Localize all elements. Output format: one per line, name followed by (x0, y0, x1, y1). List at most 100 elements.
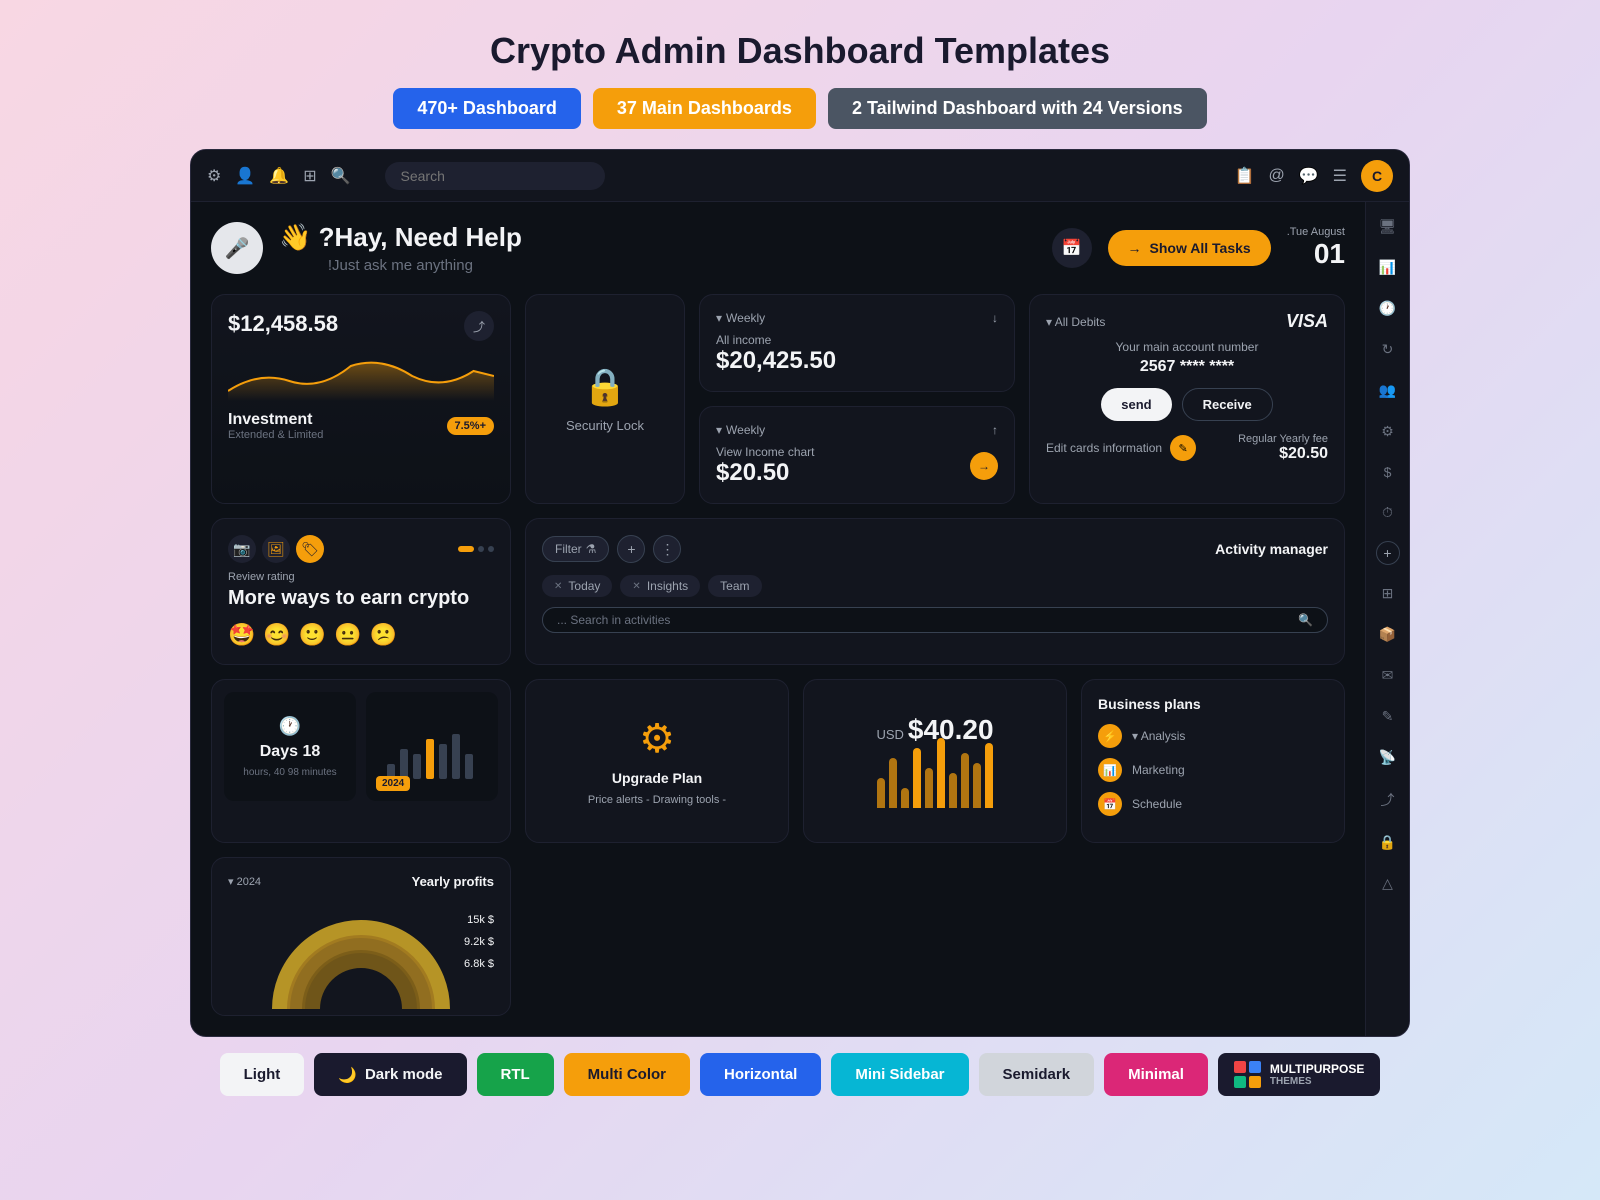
today-tag[interactable]: ✕ Today (542, 575, 612, 597)
insights-tag[interactable]: ✕ Insights (620, 575, 700, 597)
badge-main-dashboards[interactable]: 37 Main Dashboards (593, 88, 816, 129)
nav-left: ⚙ 👤 🔔 ⊞ 🔍 (207, 162, 605, 190)
bar-6 (937, 738, 945, 808)
chart-bar-icon[interactable]: 📊 (1375, 255, 1400, 280)
badge-tailwind[interactable]: 2 Tailwind Dashboard with 24 Versions (828, 88, 1207, 129)
badge-dashboard[interactable]: 470+ Dashboard (393, 88, 581, 129)
mic-button[interactable]: 🎤 (211, 222, 263, 274)
people-icon[interactable]: 👥 (1375, 378, 1400, 403)
theme-mini-button[interactable]: Mini Sidebar (831, 1053, 968, 1096)
bar-3 (901, 788, 909, 808)
image-icon[interactable]: 🖼 (262, 535, 290, 563)
header-section: 🎤 👋 ?Hay, Need Help !Just ask me anythin… (211, 222, 1345, 274)
logo-text: MULTIPURPOSE THEMES (1270, 1062, 1364, 1087)
show-all-tasks-button[interactable]: → Show All Tasks (1108, 230, 1271, 266)
tag-icon[interactable]: 🏷 (296, 535, 324, 563)
dollar-icon[interactable]: $ (1380, 460, 1396, 484)
cast-icon[interactable]: 📡 (1375, 745, 1400, 770)
receive-button[interactable]: Receive (1182, 388, 1273, 421)
search-input[interactable] (385, 162, 605, 190)
theme-light-button[interactable]: Light (220, 1053, 305, 1096)
grid-icon[interactable]: ⊞ (1378, 581, 1398, 606)
time-icon[interactable]: ⏱ (1378, 500, 1397, 525)
user-icon[interactable]: 👤 (235, 166, 255, 186)
logo-grid (1234, 1061, 1262, 1088)
date-display: .Tue August 01 (1287, 226, 1345, 270)
emoji-1[interactable]: 🤩 (228, 622, 255, 648)
usd-prefix: USD (876, 727, 903, 742)
theme-minimal-button[interactable]: Minimal (1104, 1053, 1208, 1096)
right-sidebar: 🖥 📊 🕐 ↻ 👥 ⚙ $ ⏱ + ⊞ 📦 ✉ ✎ 📡 ⤴ 🔒 △ (1365, 202, 1409, 1036)
team-tag[interactable]: Team (708, 575, 761, 597)
theme-dark-button[interactable]: 🌙 Dark mode (314, 1053, 466, 1096)
settings-icon[interactable]: ⚙ (207, 166, 221, 186)
theme-horizontal-button[interactable]: Horizontal (700, 1053, 821, 1096)
at-icon[interactable]: @ (1268, 167, 1284, 185)
calendar-button[interactable]: 📅 (1052, 228, 1092, 268)
emoji-2[interactable]: 😊 (263, 622, 290, 648)
income-chart-card: ▾ Weekly ↑ View Income chart $20.50 → (699, 406, 1015, 504)
bar-chart (877, 758, 993, 808)
slide-dot-active (458, 546, 474, 552)
theme-semidark-button[interactable]: Semidark (979, 1053, 1095, 1096)
profits-header: ▾ 2024 Yearly profits (228, 874, 494, 889)
theme-rtl-button[interactable]: RTL (477, 1053, 554, 1096)
refresh-icon[interactable]: ↻ (1378, 337, 1398, 362)
bar-8 (961, 753, 969, 808)
biz-icon-3: 📅 (1098, 792, 1122, 816)
monitor-icon[interactable]: 🖥 (1375, 214, 1401, 239)
history-icon[interactable]: 🕐 (1375, 296, 1400, 321)
investment-card: $12,458.58 ⤴ (211, 294, 511, 504)
emoji-row: 🤩 😊 🙂 😐 😕 (228, 622, 494, 648)
view-chart-button[interactable]: → (970, 452, 998, 480)
sliders-icon[interactable]: ⚙ (1377, 419, 1398, 444)
expand-icon[interactable]: ⊞ (303, 166, 316, 186)
slide-dot-1 (478, 546, 484, 552)
paid-income-amount: $20.50 (716, 459, 815, 487)
share-button[interactable]: ⤴ (464, 311, 494, 341)
plus-button[interactable]: + (1376, 541, 1400, 565)
emoji-3[interactable]: 🙂 (299, 622, 326, 648)
edit-button[interactable]: ✎ (1170, 435, 1196, 461)
clipboard-icon[interactable]: 📋 (1235, 166, 1255, 186)
lock-sidebar-icon[interactable]: 🔒 (1375, 830, 1400, 855)
mail-icon[interactable]: ✉ (1378, 663, 1398, 688)
income-row: View Income chart $20.50 → (716, 445, 998, 487)
timer-card: 🕐 Days 18 hours, 40 98 minutes (211, 679, 511, 843)
search-nav-icon[interactable]: 🔍 (331, 166, 351, 186)
mini-chart-section: 2024 (366, 692, 498, 801)
more-options-button[interactable]: ⋮ (653, 535, 681, 563)
avatar[interactable]: C (1361, 160, 1393, 192)
emoji-4[interactable]: 😐 (334, 622, 361, 648)
slide-dot-2 (488, 546, 494, 552)
camera-icon[interactable]: 📷 (228, 535, 256, 563)
theme-multicolor-button[interactable]: Multi Color (564, 1053, 690, 1096)
date-number: 01 (1287, 238, 1345, 270)
box-icon[interactable]: 📦 (1375, 622, 1400, 647)
add-activity-button[interactable]: + (617, 535, 645, 563)
profits-title: Yearly profits (412, 874, 494, 889)
search-activities[interactable]: ... Search in activities 🔍 (542, 607, 1328, 633)
themes-row: Light 🌙 Dark mode RTL Multi Color Horizo… (220, 1053, 1381, 1096)
share-sidebar-icon[interactable]: ⤴ (1377, 786, 1399, 814)
investment-amount: $12,458.58 (228, 311, 338, 337)
earn-crypto-title: More ways to earn crypto (228, 587, 494, 610)
filter-button[interactable]: Filter ⚗ (542, 536, 609, 562)
down-arrow-icon: ↓ (992, 311, 998, 325)
security-lock-card: 🔒 Security Lock (525, 294, 685, 504)
edit-icon[interactable]: ✎ (1378, 704, 1398, 729)
biz-label-schedule: Schedule (1132, 797, 1182, 811)
chat-icon[interactable]: 💬 (1299, 166, 1319, 186)
clock-icon: 🕐 (279, 716, 301, 737)
menu-icon[interactable]: ☰ (1333, 166, 1347, 186)
warning-icon[interactable]: △ (1378, 871, 1397, 896)
business-item-1: ⚡ ▾ Analysis (1098, 724, 1328, 748)
slide-controls (458, 546, 494, 552)
yearly-fee: Regular Yearly fee $20.50 (1238, 433, 1328, 463)
days-section: 🕐 Days 18 hours, 40 98 minutes (224, 692, 356, 801)
greeting-main: 👋 ?Hay, Need Help (279, 222, 522, 253)
send-button[interactable]: send (1101, 388, 1171, 421)
bell-icon[interactable]: 🔔 (269, 166, 289, 186)
activity-title: Activity manager (1215, 541, 1328, 557)
emoji-5[interactable]: 😕 (370, 622, 397, 648)
